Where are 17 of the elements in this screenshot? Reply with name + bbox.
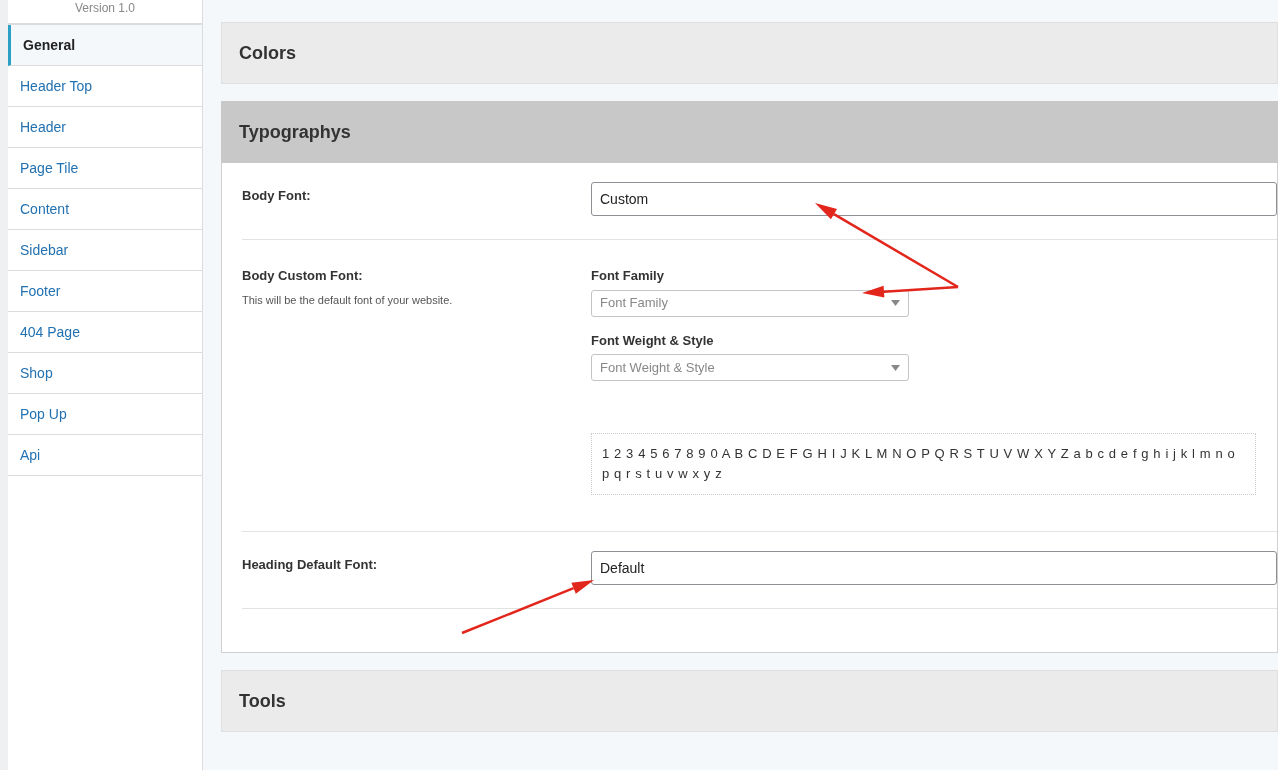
dropdown-field[interactable]: Font Weight & Style — [591, 354, 909, 381]
font-preview: 1 2 3 4 5 6 7 8 9 0 A B C D E F G H I J K L M N O P Q R S T U V W X Y Z a b c d e f g h i j k l m n o p q r s t u v w x y z — [591, 433, 1256, 495]
dropdown-label: Font Family — [591, 267, 665, 285]
section-header[interactable]: Colors — [221, 22, 1278, 84]
select-field[interactable]: Default — [591, 551, 1277, 585]
dropdown-label: Font Weight & Style — [591, 331, 715, 350]
caret-icon — [891, 300, 900, 306]
caret-icon — [891, 364, 900, 371]
field-label: Heading Default Font: — [242, 556, 379, 574]
field-description: This will be the default font of your website. — [242, 292, 454, 308]
section-header[interactable]: Tools — [221, 670, 1278, 732]
dropdown-field[interactable]: Font Family — [591, 289, 909, 317]
select-field[interactable]: Custom — [591, 182, 1277, 216]
section-header[interactable]: Typographys — [221, 101, 1278, 163]
field-label: Body Custom Font: — [242, 267, 364, 285]
field-label: Body Font: — [242, 187, 312, 205]
sidebar-item[interactable]: General — [8, 25, 202, 66]
